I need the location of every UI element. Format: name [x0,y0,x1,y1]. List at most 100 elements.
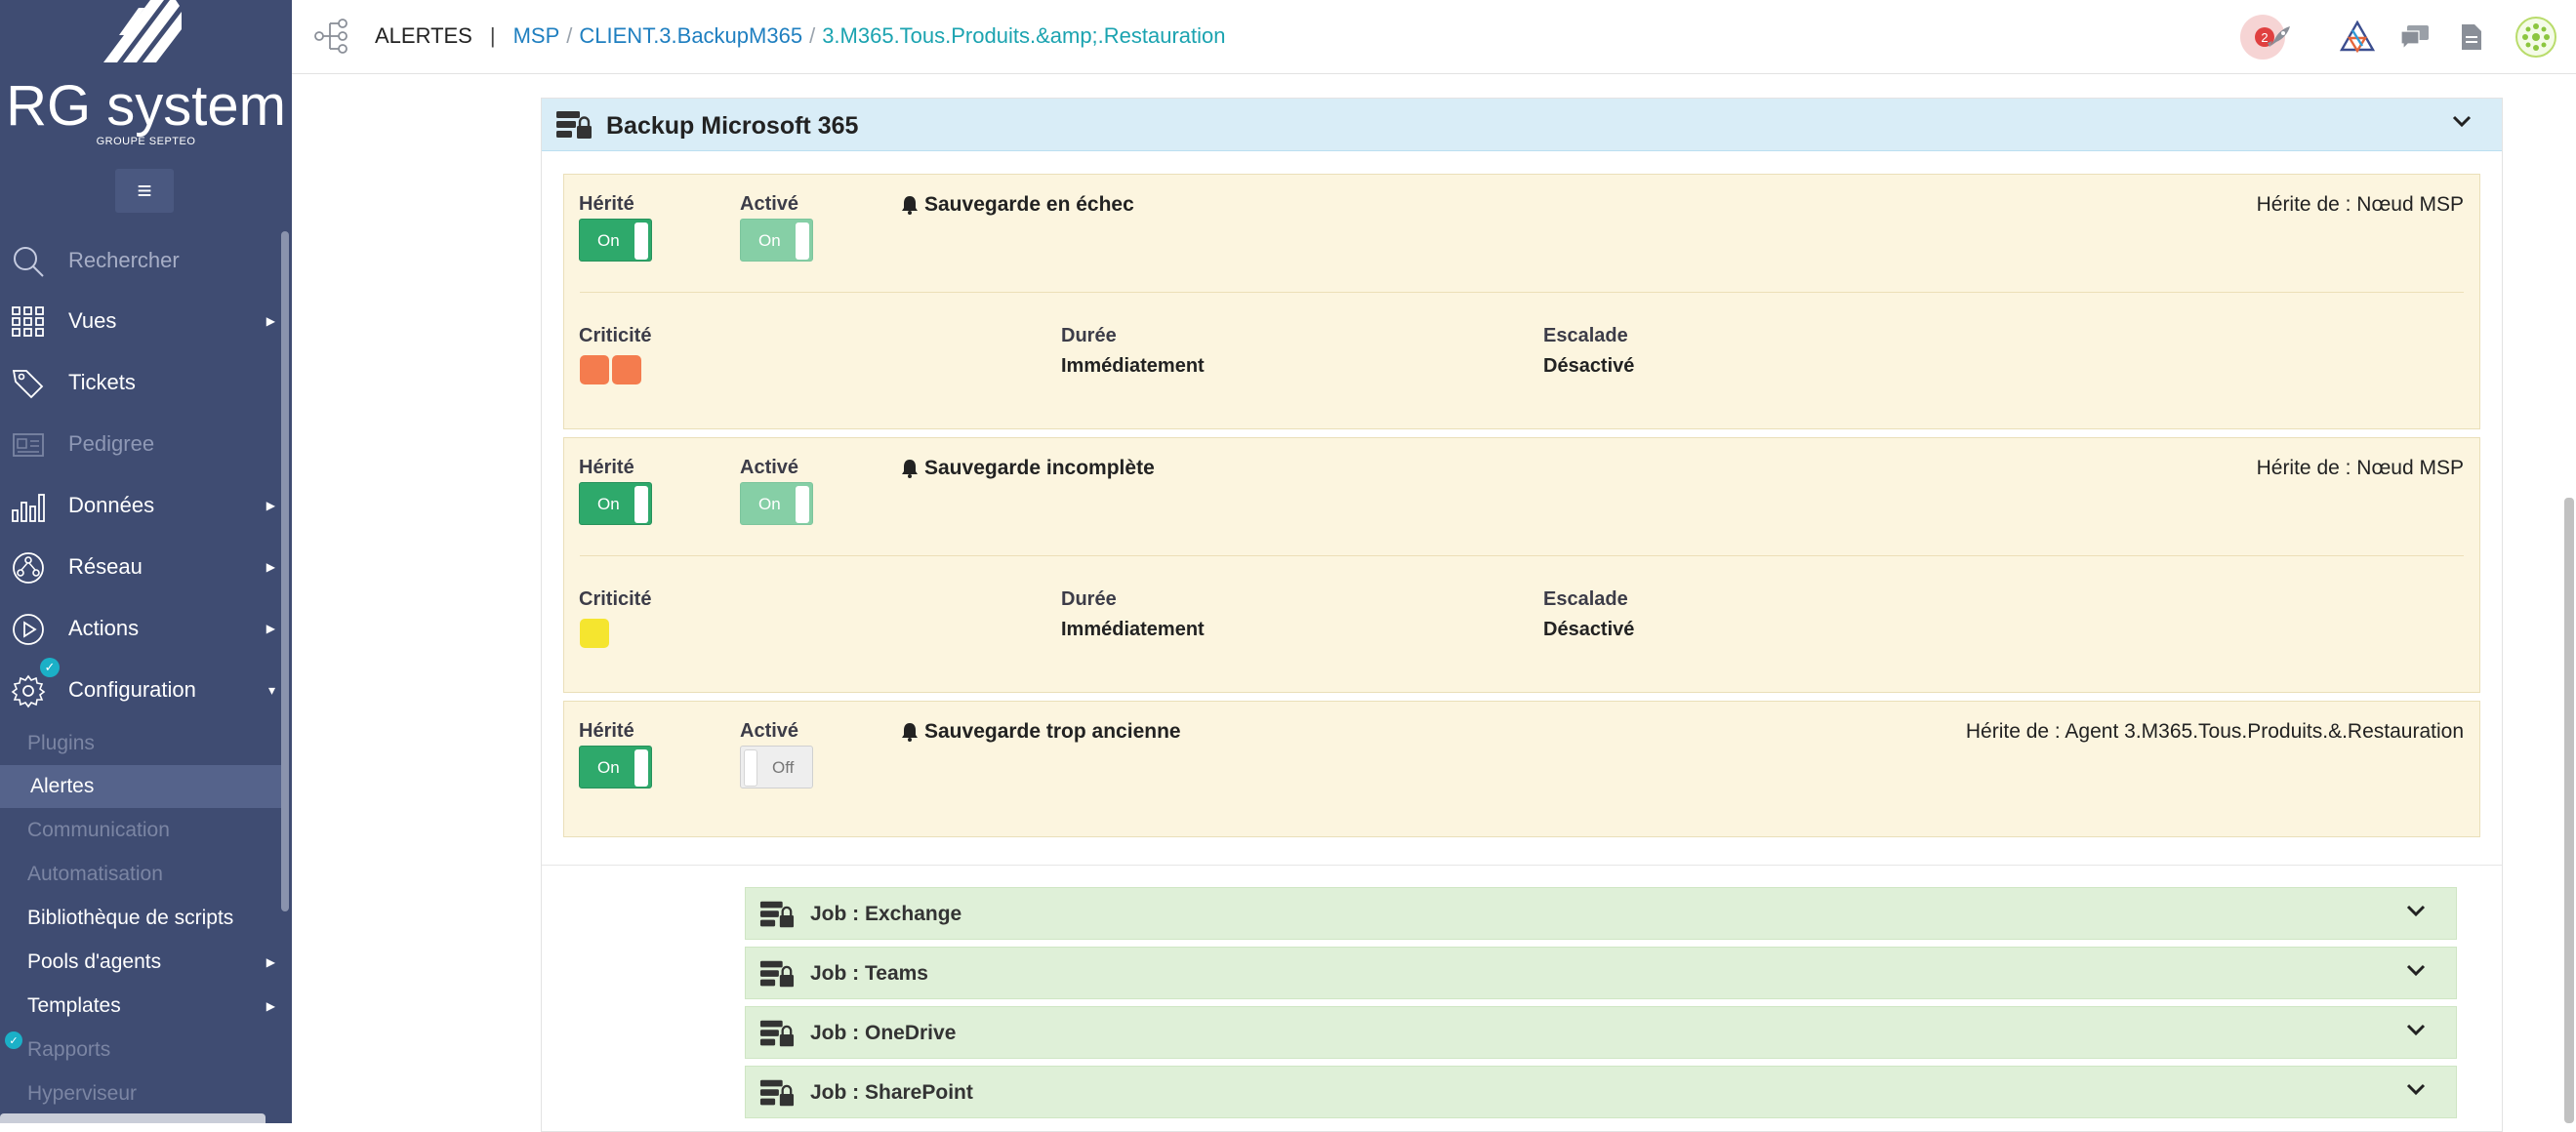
enabled-label: Activé [740,193,799,215]
search-icon [14,247,44,277]
inherits-from: Hérite de : Agent 3.M365.Tous.Produits.&… [1965,720,2464,743]
enabled-toggle[interactable]: Off [740,746,813,788]
server-lock-icon [759,1020,795,1047]
job-exchange[interactable]: Job : Exchange [745,887,2457,940]
enabled-toggle[interactable]: On [740,482,813,525]
enabled-label: Activé [740,720,799,742]
sub-item-rapports[interactable]: ✓ Rapports [0,1029,283,1071]
sub-item-pools[interactable]: Pools d'agents ▶ [0,941,283,984]
job-teams[interactable]: Job : Teams [745,947,2457,999]
bell-icon [902,723,918,742]
grid-icon [12,306,44,337]
sub-item-hyperviseur[interactable]: Hyperviseur [0,1072,283,1115]
nav-configuration[interactable]: ✓ Configuration ▾ [0,658,283,720]
bell-icon [902,460,918,478]
server-lock-icon [556,111,592,139]
tree-structure-icon[interactable] [313,18,350,55]
logo-stripes-icon [103,0,182,62]
document-icon[interactable] [2452,18,2491,57]
sub-item-bibliotheque[interactable]: Bibliothèque de scripts [0,897,283,940]
nav-donnees[interactable]: Données ▶ [0,475,283,536]
sub-item-label: Hyperviseur [27,1082,138,1105]
breadcrumb-link-msp[interactable]: MSP [513,23,560,49]
toggle-knob [634,749,648,787]
sidebar-scrollbar[interactable] [281,231,289,911]
nav-vues[interactable]: Vues ▶ [0,291,283,351]
job-onedrive[interactable]: Job : OneDrive [745,1006,2457,1059]
toggle-text: Off [772,758,795,777]
server-lock-icon [759,960,795,988]
rg-system-logo: RG system GROUPE SEPTEO [0,0,292,156]
duration-label: Durée [1061,588,1117,610]
sub-item-label: Communication [27,819,170,841]
sub-item-label: Plugins [27,732,95,754]
alert-name: Sauvegarde en échec [901,193,1134,217]
alert-card-sauvegarde-echec: Hérité On Activé On Sauvegarde en échec … [563,174,2480,429]
toggle-text: On [597,758,620,777]
rocket-icon[interactable] [2260,18,2299,57]
inherited-label: Hérité [579,193,634,215]
inherited-toggle[interactable]: On [579,746,652,788]
sub-item-alertes[interactable]: Alertes [0,765,283,808]
chevron-down-icon[interactable] [2451,114,2473,130]
job-title: Job : Exchange [810,903,962,925]
sub-item-automatisation[interactable]: Automatisation [0,853,283,896]
nav-actions[interactable]: Actions ▶ [0,598,283,659]
job-title: Job : OneDrive [810,1022,957,1044]
toggle-text: On [758,231,781,250]
sub-item-label: Rapports [27,1038,111,1061]
nav-tickets[interactable]: Tickets [0,352,283,413]
alert-card-sauvegarde-incomplete: Hérité On Activé On Sauvegarde incomplèt… [563,437,2480,693]
chat-icon[interactable] [2395,18,2434,57]
nav-label: Actions [68,616,140,640]
nav-reseau[interactable]: Réseau ▶ [0,537,283,597]
escalation-label: Escalade [1543,588,1628,610]
divider [580,292,2464,293]
inherited-toggle[interactable]: On [579,219,652,262]
duration-label: Durée [1061,325,1117,346]
breadcrumb-link-client[interactable]: CLIENT.3.BackupM365 [579,23,802,49]
alert-card-sauvegarde-ancienne: Hérité On Activé Off Sauvegarde trop anc… [563,701,2480,837]
chevron-down-icon[interactable] [2405,904,2427,919]
inherited-toggle[interactable]: On [579,482,652,525]
job-title: Job : SharePoint [810,1081,973,1104]
inherits-from: Hérite de : Nœud MSP [2256,457,2464,479]
chevron-down-icon[interactable] [2405,1023,2427,1038]
server-lock-icon [759,1079,795,1107]
breadcrumb-current[interactable]: 3.M365.Tous.Produits.&amp;.Restauration [822,23,1225,49]
job-title: Job : Teams [810,962,928,985]
gear-icon [11,674,46,708]
nav-pedigree[interactable]: Pedigree [0,414,283,474]
brand-name: RG system [6,74,286,138]
nav-label: Vues [68,308,117,333]
topbar: ALERTES | MSP / CLIENT.3.BackupM365 / 3.… [292,0,2576,74]
hamburger-icon[interactable]: ≡ [115,169,174,213]
sub-item-templates[interactable]: Templates ▶ [0,985,283,1028]
user-avatar[interactable] [2514,15,2558,60]
triangle-logo-icon[interactable] [2338,18,2377,57]
enabled-label: Activé [740,457,799,478]
bar-chart-icon [12,494,45,522]
inherits-from: Hérite de : Nœud MSP [2256,193,2464,216]
job-sharepoint[interactable]: Job : SharePoint [745,1066,2457,1118]
duration-value: Immédiatement [1061,355,1205,377]
nav-label: Réseau [68,554,143,579]
check-badge-icon: ✓ [5,1031,22,1049]
nav-label: Rechercher [68,248,180,272]
alert-name-text: Sauvegarde trop ancienne [924,720,1181,743]
enabled-toggle[interactable]: On [740,219,813,262]
sub-item-label: Bibliothèque de scripts [27,907,234,929]
sub-item-label: Alertes [30,775,95,797]
chevron-down-icon[interactable] [2405,1082,2427,1098]
toggle-knob [634,222,648,260]
nav-search[interactable]: Rechercher [0,230,283,291]
alert-name-text: Sauvegarde incomplète [924,457,1155,479]
chevron-down-icon[interactable] [2405,963,2427,979]
panel-header[interactable]: Backup Microsoft 365 [542,99,2502,151]
criticality-level-square [612,355,641,384]
sub-item-communication[interactable]: Communication [0,809,283,852]
main-scrollbar[interactable] [2564,498,2574,1123]
nav-label: Configuration [68,677,196,702]
divider [542,865,2502,866]
sub-item-plugins[interactable]: Plugins [0,722,283,765]
